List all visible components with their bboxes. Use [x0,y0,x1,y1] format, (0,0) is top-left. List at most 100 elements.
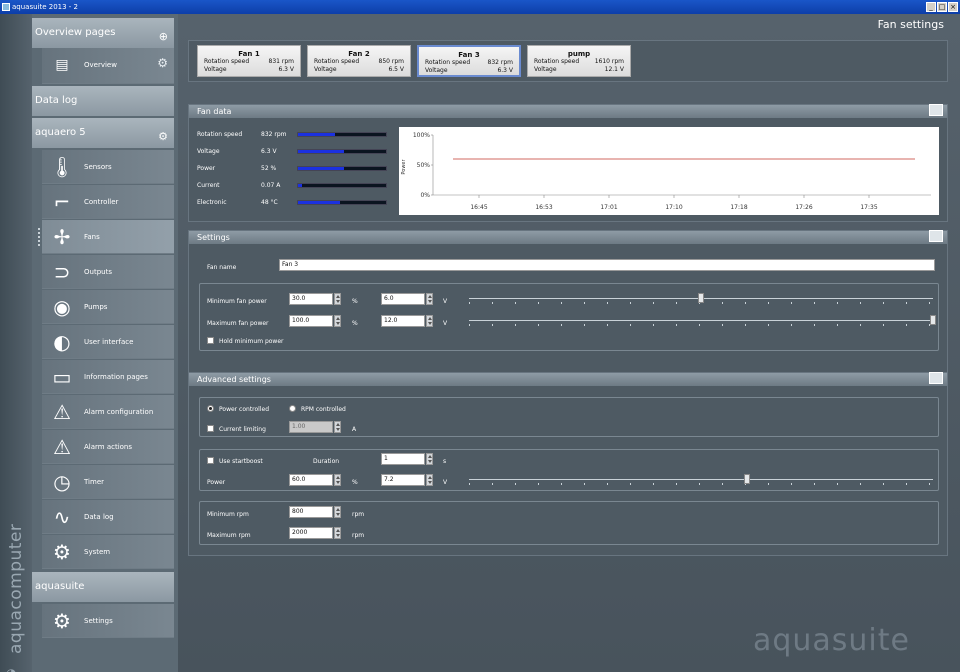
current-limiting-checkbox[interactable] [207,425,214,432]
voltage-label: Voltage [534,66,557,73]
pages-icon: ▭ [52,365,72,389]
device-header[interactable]: aquaero 5 ⚙ [32,118,174,148]
max-voltage-input[interactable]: 12.0 [381,315,425,327]
sidebar-item-overview[interactable]: ▤ Overview ⚙ [42,48,174,84]
duration-spinner[interactable] [426,453,433,465]
controller-icon: ⌐ [53,190,71,214]
add-page-icon[interactable]: ⊕ [159,30,168,43]
data-log-label: Data log [35,95,78,106]
fan-data-title: Fan data [197,107,232,116]
fan-data-label: Current [197,182,220,189]
page-title: Fan settings [877,18,944,31]
fan-icon: ✢ [53,225,71,249]
startboost-checkbox[interactable] [207,457,214,464]
gears-icon: ⚙ [53,540,71,564]
boost-voltage-input[interactable]: 7.2 [381,474,425,486]
sidebar-item-system[interactable]: ⚙ System [42,535,174,569]
min-power-spinner[interactable] [334,293,341,305]
percent-unit: % [352,479,358,486]
rpm-controlled-radio[interactable] [289,405,296,412]
overview-icon: ▤ [55,57,69,73]
sidebar-item-label: Outputs [84,268,112,276]
minimize-button[interactable]: _ [926,2,936,12]
x-tick-label: 16:53 [535,204,552,211]
fan-card-1[interactable]: Fan 1 Rotation speed 831 rpm Voltage 6.3 V [197,45,301,77]
active-indicator [38,228,41,246]
fan-data-bar-fill [298,201,341,204]
max-rpm-spinner[interactable] [334,527,341,539]
close-button[interactable]: × [948,2,958,12]
fan-card-name: Fan 1 [238,50,260,58]
boost-power-input[interactable]: 60.0 [289,474,333,486]
boost-power-spinner[interactable] [334,474,341,486]
sidebar-item-information-pages[interactable]: ▭ Information pages [42,360,174,394]
sidebar-item-alarm-actions[interactable]: ⚠ Alarm actions [42,430,174,464]
speed-label: Rotation speed [204,58,250,65]
fan-data-bar-fill [298,167,344,170]
min-rpm-spinner[interactable] [334,506,341,518]
sidebar-item-user-interface[interactable]: ◐ User interface [42,325,174,359]
speed-value: 850 rpm [378,58,404,65]
pump-icon: ◉ [53,295,71,319]
min-voltage-spinner[interactable] [426,293,433,305]
data-log-header[interactable]: Data log [32,86,174,116]
overview-pages-header[interactable]: Overview pages ⊕ [32,18,174,48]
boost-power-label: Power [207,479,226,486]
min-voltage-input[interactable]: 6.0 [381,293,425,305]
fan-data-bar-fill [298,184,302,187]
max-power-slider[interactable] [469,315,936,327]
maximize-button[interactable]: □ [937,2,947,12]
max-rpm-input[interactable]: 2000 [289,527,333,539]
panel-window-icon[interactable] [929,372,943,384]
sidebar-item-sensors[interactable]: 🌡 Sensors [42,150,174,184]
user-interface-icon: ◐ [53,330,71,354]
aquasuite-header[interactable]: aquasuite [32,572,174,602]
amp-unit: A [352,426,357,433]
max-voltage-spinner[interactable] [426,315,433,327]
duration-input[interactable]: 1 [381,453,425,465]
sidebar-item-pumps[interactable]: ◉ Pumps [42,290,174,324]
overview-settings-icon[interactable]: ⚙ [157,56,168,70]
fan-data-bar-fill [298,150,344,153]
sidebar-item-timer[interactable]: ◷ Timer [42,465,174,499]
volt-unit: V [443,298,448,305]
fan-data-panel: Fan data Rotation speed 832 rpm Voltage 6.3… [188,104,948,222]
current-limit-spinner[interactable] [334,421,341,433]
main-area: Fan settings Fan 1 Rotation speed 831 rpm… [178,14,960,672]
max-power-spinner[interactable] [334,315,341,327]
slider-thumb[interactable] [744,474,751,484]
sidebar-item-fans[interactable]: ✢ Fans [38,220,174,254]
fan-data-bar [297,149,387,154]
panel-window-icon[interactable] [929,104,943,116]
sidebar-item-data-log[interactable]: ∿ Data log [42,500,174,534]
speed-value: 1610 rpm [594,58,624,65]
slider-thumb[interactable] [930,315,936,325]
startboost-label: Use startboost [219,458,263,465]
fan-name-input[interactable]: Fan 3 [279,259,935,271]
voltage-label: Voltage [314,66,337,73]
fan-card-2[interactable]: Fan 2 Rotation speed 850 rpm Voltage 6.5 V [307,45,411,77]
fan-card-pump[interactable]: pump Rotation speed 1610 rpm Voltage 12.1 … [527,45,631,77]
boost-voltage-spinner[interactable] [426,474,433,486]
settings-panel: Settings Fan name Fan 3 Minimum fan powe… [188,230,948,374]
sidebar-item-outputs[interactable]: ⊃ Outputs [42,255,174,289]
sidebar-item-settings[interactable]: ⚙ Settings [42,604,174,638]
slider-thumb[interactable] [698,293,704,303]
max-power-input[interactable]: 100.0 [289,315,333,327]
min-power-input[interactable]: 30.0 [289,293,333,305]
boost-power-slider[interactable] [469,474,933,486]
panel-window-icon[interactable] [929,230,943,242]
current-limit-input[interactable]: 1.00 [289,421,333,433]
min-rpm-input[interactable]: 800 [289,506,333,518]
min-power-slider[interactable] [469,293,933,305]
device-settings-icon[interactable]: ⚙ [158,130,168,143]
fan-data-label: Rotation speed [197,131,243,138]
device-label: aquaero 5 [35,127,86,138]
fan-card-3[interactable]: Fan 3 Rotation speed 832 rpm Voltage 6.3 V [417,45,521,77]
sidebar-item-alarm-configuration[interactable]: ⚠ Alarm configuration [42,395,174,429]
sidebar-item-controller[interactable]: ⌐ Controller [42,185,174,219]
power-controlled-radio[interactable] [207,405,214,412]
sidebar-item-label: Pumps [84,303,108,311]
hold-min-power-checkbox[interactable] [207,337,214,344]
fan-selector: Fan 1 Rotation speed 831 rpm Voltage 6.3 V… [188,40,948,82]
